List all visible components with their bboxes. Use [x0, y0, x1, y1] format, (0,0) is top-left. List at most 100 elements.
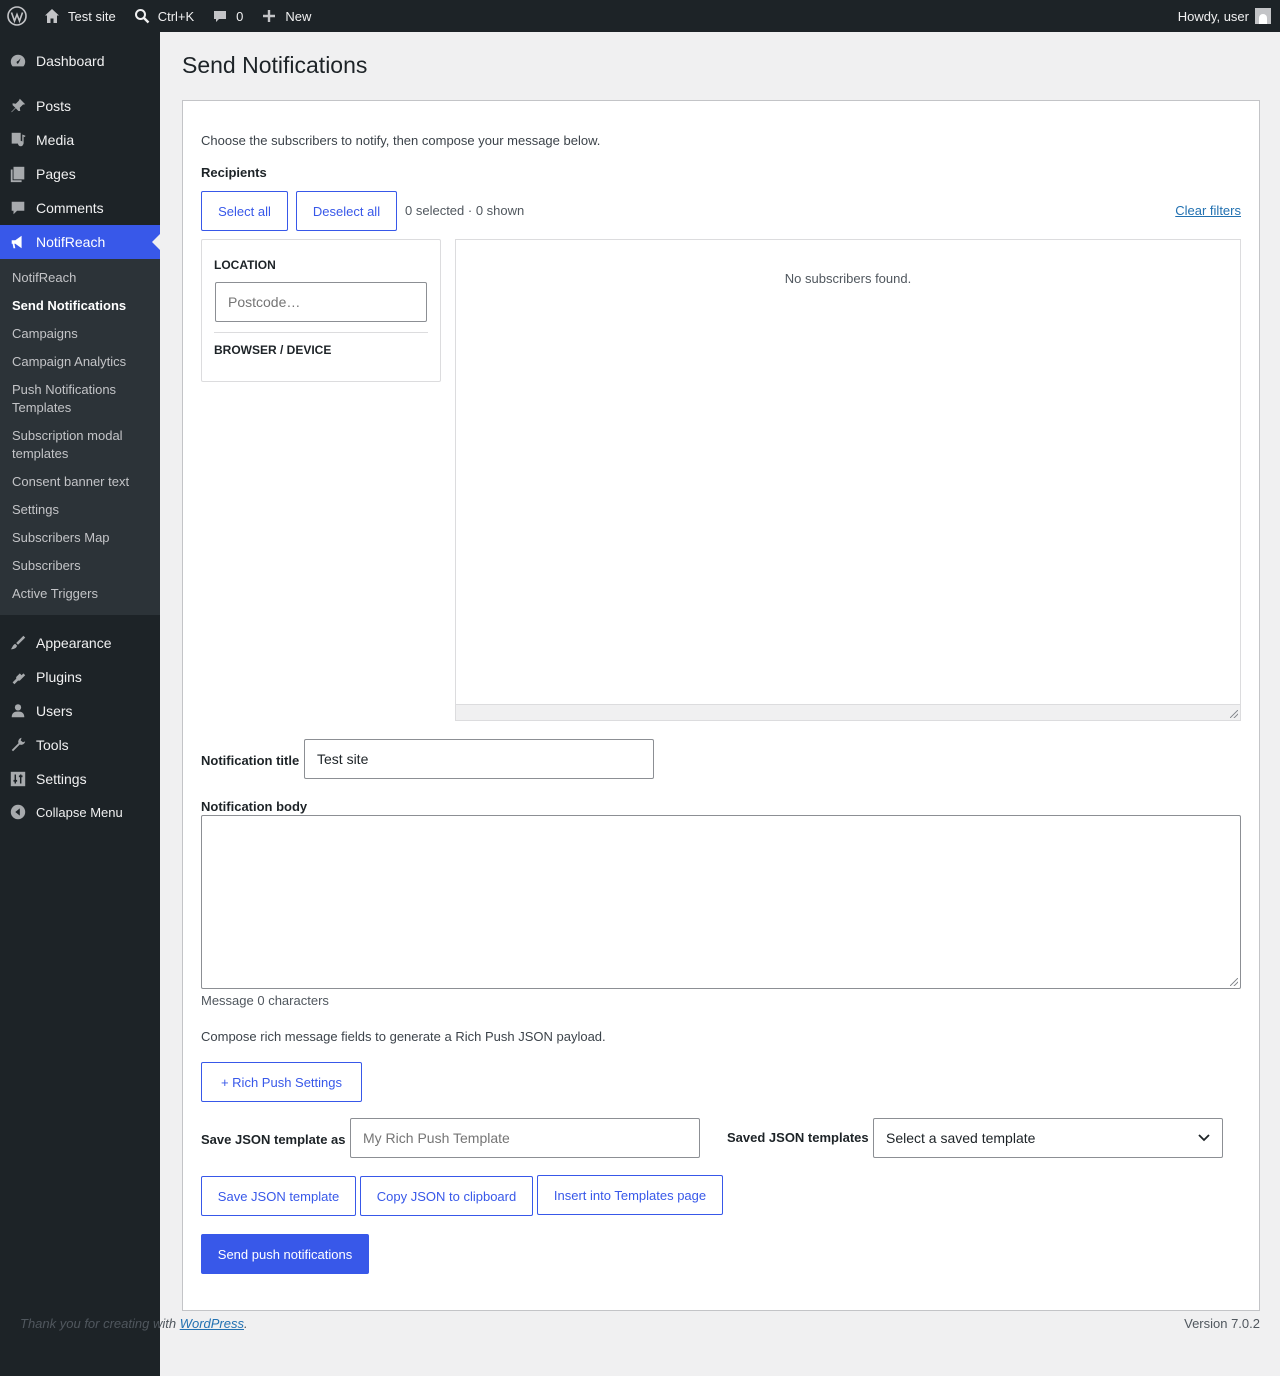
plugin-icon — [0, 668, 36, 686]
wrench-icon — [0, 736, 36, 754]
sidebar-item-label: Settings — [36, 771, 87, 787]
browser-device-heading: BROWSER / DEVICE — [214, 343, 332, 357]
sidebar-item-dashboard[interactable]: Dashboard — [0, 44, 160, 78]
media-icon — [0, 131, 36, 149]
sidebar-item-label: Pages — [36, 166, 76, 182]
saved-templates-select[interactable]: Select a saved template — [873, 1118, 1223, 1158]
postcode-input[interactable]: Postcode… — [215, 282, 427, 322]
sidebar-item-label: Posts — [36, 98, 72, 114]
submenu-item-active-triggers[interactable]: Active Triggers — [12, 585, 152, 603]
admin-bar: Test site Ctrl+K 0 New Howdy, user — [0, 0, 1280, 32]
saved-templates-value: Select a saved template — [886, 1130, 1036, 1146]
select-all-button[interactable]: Select all — [201, 191, 288, 231]
page-title: Send Notifications — [182, 52, 368, 78]
command-palette-button[interactable]: Ctrl+K — [124, 0, 202, 32]
admin-sidebar: Dashboard Posts Media Pages Comments Not… — [0, 32, 160, 1376]
comment-icon — [210, 6, 230, 26]
pages-icon — [0, 165, 36, 183]
submenu-item-campaigns[interactable]: Campaigns — [12, 325, 152, 343]
sidebar-item-comments[interactable]: Comments — [0, 191, 160, 225]
comments-count: 0 — [236, 8, 244, 24]
site-name-label: Test site — [68, 8, 116, 24]
save-template-as-label: Save JSON template as — [201, 1132, 346, 1147]
rich-push-intro: Compose rich message fields to generate … — [201, 1029, 606, 1044]
sidebar-item-label: Appearance — [36, 635, 112, 651]
user-icon — [0, 702, 36, 720]
paintbrush-icon — [0, 634, 36, 652]
submenu-item-consent-banner[interactable]: Consent banner text — [12, 473, 152, 491]
template-name-input[interactable]: My Rich Push Template — [350, 1118, 700, 1158]
footer-thanks-suffix: . — [244, 1316, 248, 1331]
insert-into-templates-button[interactable]: Insert into Templates page — [537, 1175, 723, 1215]
intro-text: Choose the subscribers to notify, then c… — [201, 133, 601, 148]
my-account-button[interactable]: Howdy, user — [1178, 8, 1280, 24]
selection-status: 0 selected · 0 shown — [405, 203, 525, 218]
save-json-template-button[interactable]: Save JSON template — [201, 1176, 356, 1216]
submenu-item-subscribers-map[interactable]: Subscribers Map — [12, 529, 152, 547]
sidebar-item-label: Collapse Menu — [36, 804, 123, 820]
submenu-item-send-notifications[interactable]: Send Notifications — [12, 297, 152, 315]
home-icon — [42, 6, 62, 26]
comments-icon — [0, 199, 36, 217]
deselect-all-button[interactable]: Deselect all — [296, 191, 397, 231]
new-label: New — [285, 8, 312, 24]
saved-templates-label: Saved JSON templates — [727, 1130, 869, 1145]
megaphone-icon — [0, 233, 36, 251]
recipients-label: Recipients — [201, 165, 267, 180]
collapse-menu-button[interactable]: Collapse Menu — [0, 795, 160, 829]
site-name-link[interactable]: Test site — [34, 0, 124, 32]
search-shortcut-label: Ctrl+K — [157, 8, 195, 24]
sidebar-item-label: NotifReach — [36, 234, 106, 250]
sidebar-item-settings[interactable]: Settings — [0, 762, 160, 796]
comments-link[interactable]: 0 — [202, 0, 251, 32]
rich-push-settings-button[interactable]: + Rich Push Settings — [201, 1062, 362, 1102]
resize-grip-icon — [1230, 710, 1238, 718]
footer-thanks-prefix: Thank you for creating with — [20, 1316, 180, 1331]
submenu-item-settings[interactable]: Settings — [12, 501, 152, 519]
submenu-item-push-templates[interactable]: Push Notifications Templates — [12, 381, 152, 417]
sidebar-item-users[interactable]: Users — [0, 694, 160, 728]
main-content: Send Notifications Choose the subscriber… — [160, 32, 1280, 1376]
empty-list-message: No subscribers found. — [784, 271, 912, 286]
filter-divider — [214, 332, 428, 333]
wordpress-link[interactable]: WordPress — [180, 1316, 244, 1331]
resize-grip-icon — [1230, 978, 1238, 986]
sidebar-item-label: Users — [36, 703, 73, 719]
howdy-label: Howdy, user — [1177, 8, 1249, 24]
notification-body-textarea[interactable] — [201, 815, 1241, 989]
wordpress-logo-button[interactable] — [0, 0, 34, 32]
submenu-item-notifreach[interactable]: NotifReach — [12, 269, 152, 287]
sidebar-item-appearance[interactable]: Appearance — [0, 626, 160, 660]
plus-icon — [259, 6, 279, 26]
search-icon — [132, 6, 152, 26]
send-notifications-card: Choose the subscribers to notify, then c… — [182, 100, 1260, 1311]
notifreach-submenu: NotifReach Send Notifications Campaigns … — [0, 259, 160, 615]
settings-sliders-icon — [0, 770, 36, 788]
sidebar-item-label: Tools — [36, 737, 69, 753]
sidebar-item-posts[interactable]: Posts — [0, 89, 160, 123]
sidebar-item-label: Media — [36, 132, 75, 148]
footer-thanks: Thank you for creating with WordPress. — [20, 1316, 248, 1331]
filters-panel: LOCATION Postcode… BROWSER / DEVICE — [201, 239, 441, 382]
submenu-item-modal-templates[interactable]: Subscription modal templates — [12, 427, 152, 463]
list-resize-handle[interactable] — [456, 704, 1240, 720]
sidebar-item-notifreach[interactable]: NotifReach — [0, 225, 160, 259]
sidebar-item-pages[interactable]: Pages — [0, 157, 160, 191]
send-push-notifications-button[interactable]: Send push notifications — [201, 1234, 369, 1274]
clear-filters-link[interactable]: Clear filters — [1175, 203, 1241, 218]
sidebar-item-label: Comments — [36, 200, 104, 216]
new-content-button[interactable]: New — [251, 0, 319, 32]
subscriber-list[interactable]: No subscribers found. — [455, 239, 1241, 721]
notification-title-label: Notification title — [201, 753, 300, 768]
submenu-item-subscribers[interactable]: Subscribers — [12, 557, 152, 575]
avatar — [1255, 8, 1271, 24]
collapse-arrow-icon — [0, 803, 36, 821]
notification-body-label: Notification body — [201, 799, 308, 814]
copy-json-button[interactable]: Copy JSON to clipboard — [360, 1176, 533, 1216]
sidebar-item-tools[interactable]: Tools — [0, 728, 160, 762]
dashboard-icon — [0, 52, 36, 70]
submenu-item-campaign-analytics[interactable]: Campaign Analytics — [12, 353, 152, 371]
sidebar-item-media[interactable]: Media — [0, 123, 160, 157]
notification-title-input[interactable]: Test site — [304, 739, 654, 779]
sidebar-item-plugins[interactable]: Plugins — [0, 660, 160, 694]
